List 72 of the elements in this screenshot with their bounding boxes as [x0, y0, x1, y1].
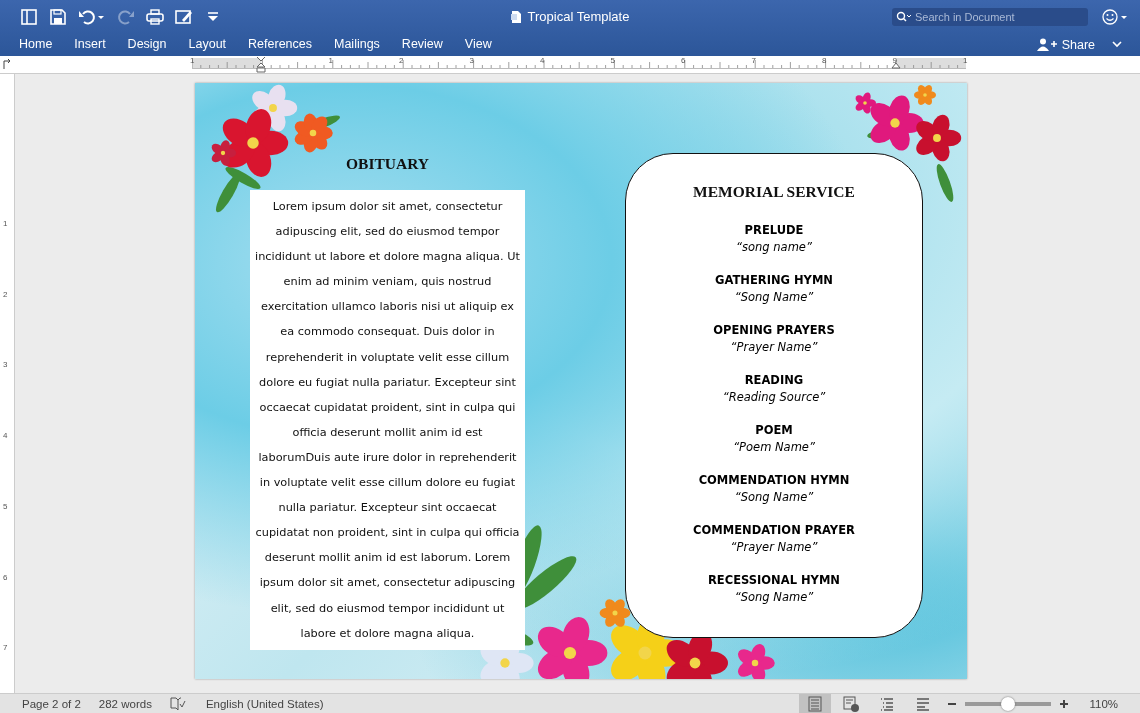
ribbon-tab[interactable]: Review — [390, 34, 454, 55]
ruler-number: 7 — [751, 56, 756, 65]
body-paragraph: Lorem ipsum dolor sit amet, consectetur adipuscing elit, sed do eiusmod tempor incididunt ut labore et dolore magna aliqua. Ut enim ad minim veniam, quis nostrud exercitation ullamco laboris nisi ut aliquip ex ea commodo consequat. Duis dolor in reprehenderit in voluptate velit esse cillum dolore eu fugiat nulla pariatur. Excepteur sint occaecat cupidatat proident, sint in culpa qui officia deserunt mollit anim id est laborumDuis aute irure dolor in reprehenderit in voluptate velit esse cillum dolore eu fugiat nulla pariatur. Excepteur sint occaecat cupidatat non proident, sint in culpa qui officia deserunt mollit anim id est laborum. Lorem ipsum dolor sit amet, consectetur adipuscing elit, sed do eiusmod tempor incididunt ut labore et dolore magna aliqua. — [255, 199, 520, 642]
ruler-number: 2 — [399, 56, 404, 65]
search-icon[interactable] — [896, 10, 912, 23]
document-icon — [510, 9, 522, 24]
program-item-title: POEM — [755, 422, 793, 439]
undo-icon[interactable] — [78, 7, 106, 26]
page-count[interactable]: Page 2 of 2 — [22, 698, 81, 710]
print-icon[interactable] — [146, 7, 164, 26]
ruler-number: 1 — [963, 56, 968, 65]
ruler-number: 7 — [3, 643, 8, 653]
ruler-number: 1 — [190, 56, 195, 65]
ruler-number: 5 — [3, 501, 8, 511]
ruler-number: 5 — [610, 56, 615, 65]
program-item-title: COMMENDATION HYMN — [698, 472, 850, 489]
zoom-percentage[interactable]: 110% — [1089, 698, 1118, 710]
sidebar-icon[interactable] — [20, 7, 38, 26]
ruler-number: 6 — [681, 56, 686, 65]
ruler-number: 8 — [822, 56, 827, 65]
program-item-title: OPENING PRAYERS — [713, 322, 835, 339]
web-view-icon — [842, 695, 861, 713]
section-heading: OBITUARY — [346, 155, 429, 173]
program-item-name: “Poem Name” — [733, 439, 815, 456]
ruler-number: 4 — [540, 56, 545, 65]
ruler-number: 2 — [3, 289, 8, 299]
language-indicator[interactable]: English (United States) — [205, 698, 324, 710]
print-view-icon — [806, 695, 825, 713]
window-title: Tropical Template — [527, 9, 630, 24]
search-field[interactable]: Search in Document — [915, 10, 1065, 23]
ruler-number: 1 — [328, 56, 333, 65]
ribbon-tab[interactable]: Insert — [63, 34, 117, 55]
program-item-name: “Song Name” — [734, 289, 814, 306]
tab-stop-icon[interactable] — [3, 59, 11, 69]
word-count[interactable]: 282 words — [98, 698, 152, 710]
proofing-icon[interactable] — [169, 697, 186, 711]
program-item-title: COMMENDATION PRAYER — [693, 522, 855, 539]
ruler-number: 3 — [469, 56, 474, 65]
ruler-number: 3 — [3, 360, 8, 370]
program-item-name: “Song Name” — [734, 489, 814, 506]
program-item-title: READING — [744, 372, 804, 389]
program-item-name: “Song Name” — [734, 589, 814, 606]
indent-marker-icon[interactable] — [891, 62, 901, 69]
zoom-in-icon[interactable] — [1059, 699, 1070, 709]
ruler-number: 6 — [3, 572, 8, 582]
section-heading: MEMORIAL SERVICE — [693, 183, 855, 201]
save-icon[interactable] — [49, 7, 67, 26]
add-person-icon — [1036, 38, 1057, 51]
ruler-number: 1 — [3, 219, 8, 228]
ribbon-tab[interactable]: References — [237, 34, 323, 55]
ribbon-tab[interactable]: Design — [116, 34, 178, 55]
print-view-button[interactable] — [799, 694, 832, 713]
zoom-slider-thumb[interactable] — [1001, 697, 1016, 711]
ribbon-tab[interactable]: Home — [8, 34, 64, 55]
ribbon-tab[interactable]: View — [453, 34, 503, 55]
ruler-number: 9 — [892, 56, 897, 65]
program-item-name: “Prayer Name” — [730, 339, 818, 356]
chevron-down-icon[interactable] — [1112, 41, 1122, 48]
program-item-name: “Reading Source” — [722, 389, 826, 406]
share-button[interactable]: Share — [1030, 36, 1128, 53]
search-box[interactable]: Search in Document — [892, 7, 1088, 26]
program-item-title: PRELUDE — [744, 222, 804, 239]
edit-icon[interactable] — [175, 7, 193, 26]
smiley-icon[interactable] — [1102, 8, 1128, 25]
program-item-title: RECESSIONAL HYMN — [708, 572, 840, 589]
program-item-title: GATHERING HYMN — [715, 272, 833, 289]
ribbon-tab[interactable]: Layout — [177, 34, 238, 55]
program-item-name: “song name” — [736, 239, 812, 256]
indent-marker-icon[interactable] — [256, 56, 266, 73]
program-item-name: “Prayer Name” — [730, 539, 818, 556]
ruler-number: 4 — [3, 431, 8, 441]
ribbon-tab[interactable]: Mailings — [323, 34, 391, 55]
